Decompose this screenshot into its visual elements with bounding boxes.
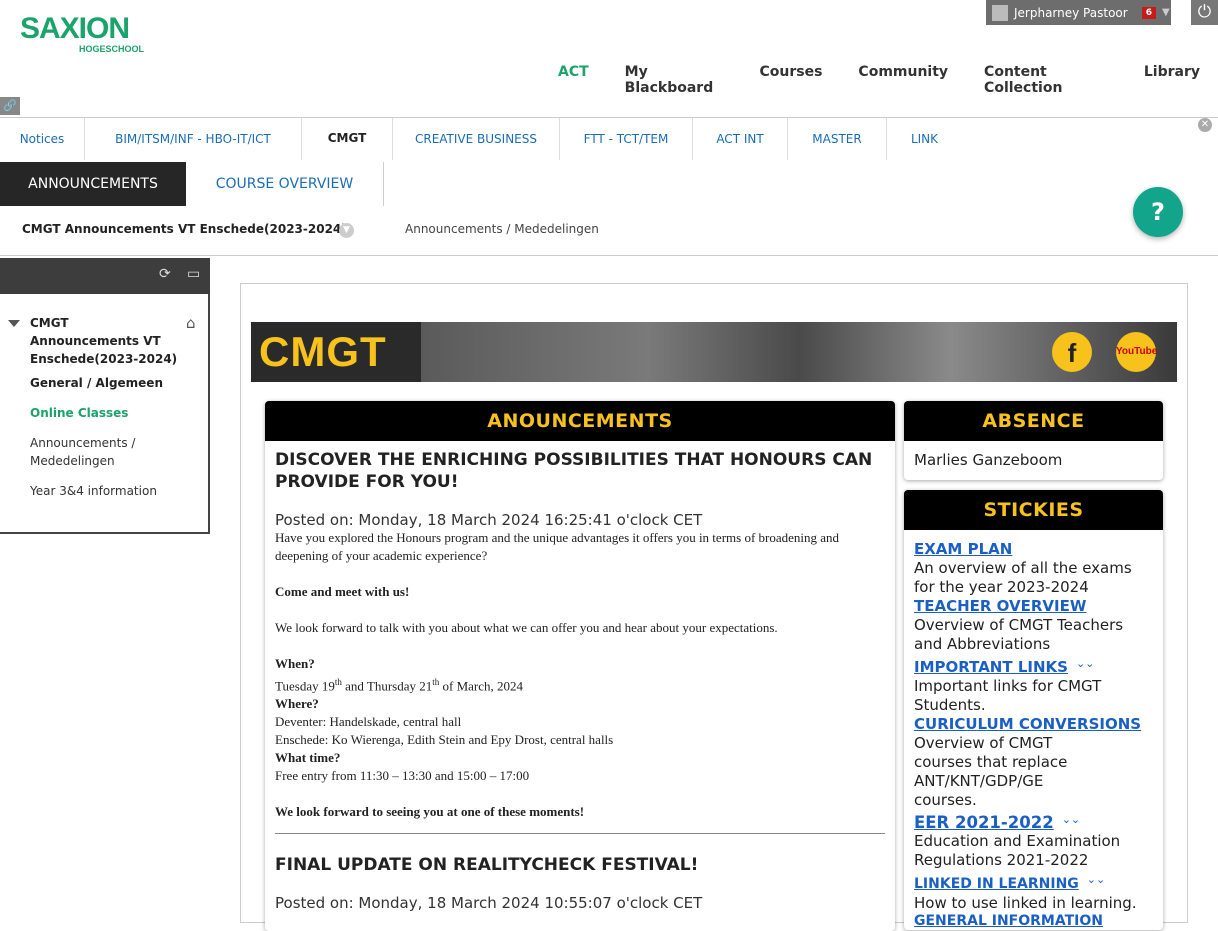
- chevron-down-icon[interactable]: ▼: [1162, 7, 1170, 18]
- stickies-header: STICKIES: [904, 490, 1163, 530]
- subnav-master[interactable]: MASTER: [788, 118, 887, 160]
- course-tabs: ANNOUNCEMENTS COURSE OVERVIEW: [0, 162, 1218, 206]
- topnav-content-collection[interactable]: Content Collection: [984, 64, 1108, 96]
- subnav-cmgt[interactable]: CMGT: [302, 118, 393, 160]
- sidebar-item-announcements[interactable]: Announcements / Mededelingen: [30, 434, 200, 470]
- post-title: DISCOVER THE ENRICHING POSSIBILITIES THA…: [275, 450, 873, 492]
- sticky-exam-plan-link[interactable]: EXAM PLAN: [914, 540, 1153, 559]
- sticky-eer-link[interactable]: EER 2021-2022: [914, 813, 1054, 832]
- sticky-desc: Overview of CMGT courses that replace AN…: [914, 734, 1068, 809]
- breadcrumb-course[interactable]: CMGT Announcements VT Enschede(2023-2024…: [22, 222, 347, 236]
- chevron-down-icon[interactable]: ▼: [339, 223, 354, 238]
- cmgt-banner: CMGT f YouTube: [251, 322, 1177, 382]
- saxion-logo[interactable]: SAXION HOGESCHOOL: [20, 8, 155, 58]
- post-forward: We look forward to talk with you about w…: [275, 620, 778, 635]
- absence-panel: ABSENCE Marlies Ganzeboom: [904, 401, 1163, 480]
- logo-sub: HOGESCHOOL: [79, 44, 145, 54]
- stickies-panel: STICKIES EXAM PLAN An overview of all th…: [904, 490, 1163, 930]
- course-menu-title[interactable]: CMGT Announcements VT Enschede(2023-2024…: [30, 314, 180, 368]
- post-intro: Have you explored the Honours program an…: [275, 530, 840, 563]
- announcements-header: ANOUNCEMENTS: [265, 401, 895, 441]
- divider: [275, 833, 885, 835]
- banner-title: CMGT: [259, 328, 387, 375]
- logo-main: SAXION: [20, 12, 130, 45]
- topnav-my-blackboard[interactable]: My Blackboard: [625, 64, 724, 96]
- sticky-general-info-link[interactable]: GENERAL INFORMATION YEAR 3&4: [914, 913, 1114, 930]
- subnav-creative-business[interactable]: CREATIVE BUSINESS: [393, 118, 560, 160]
- sticky-desc: Important links for CMGT Students.: [914, 677, 1102, 714]
- subnav-act-int[interactable]: ACT INT: [693, 118, 788, 160]
- sticky-desc: An overview of all the exams for the yea…: [914, 559, 1132, 596]
- double-chevron-down-icon[interactable]: ⌄⌄: [1076, 657, 1094, 670]
- sub-navigation: Notices BIM/ITSM/INF - HBO-IT/ICT CMGT C…: [0, 117, 1218, 160]
- sticky-desc: Overview of CMGT Teachers and Abbreviati…: [914, 616, 1124, 653]
- topnav-library[interactable]: Library: [1144, 64, 1200, 84]
- user-menu[interactable]: Jerpharney Pastoor 6 ▼: [986, 0, 1171, 25]
- where-label: Where?: [275, 696, 319, 712]
- sticky-desc: How to use linked in learning.: [914, 894, 1137, 912]
- post2-title: FINAL UPDATE ON REALITYCHECK FESTIVAL!: [275, 855, 699, 876]
- when-label: When?: [275, 656, 315, 671]
- notification-badge[interactable]: 6: [1141, 6, 1156, 19]
- time-text: Free entry from 11:30 – 13:30 and 15:00 …: [275, 768, 530, 784]
- when-text: Tuesday 19th and Thursday 21th of March,…: [275, 677, 524, 694]
- subnav-notices[interactable]: Notices: [0, 118, 85, 160]
- collapse-triangle-icon[interactable]: [8, 320, 20, 327]
- avatar: [992, 4, 1008, 21]
- help-icon[interactable]: ?: [1133, 187, 1183, 237]
- post-date: Posted on: Monday, 18 March 2024 16:25:4…: [275, 511, 703, 529]
- subnav-link[interactable]: LINK: [887, 118, 962, 160]
- tab-course-overview[interactable]: COURSE OVERVIEW: [186, 162, 384, 206]
- user-name: Jerpharney Pastoor: [1014, 5, 1128, 20]
- double-chevron-down-icon[interactable]: ⌄⌄: [1062, 813, 1080, 826]
- where-enschede: Enschede: Ko Wierenga, Edith Stein and E…: [275, 732, 614, 748]
- sticky-desc: Education and Examination Regulations 20…: [914, 832, 1121, 869]
- where-deventer: Deventer: Handelskade, central hall: [275, 714, 462, 730]
- topnav-courses[interactable]: Courses: [759, 64, 822, 84]
- sticky-teacher-overview-link[interactable]: TEACHER OVERVIEW: [914, 597, 1153, 616]
- subnav-ftt[interactable]: FTT - TCT/TEM: [560, 118, 693, 160]
- topnav-community[interactable]: Community: [858, 64, 948, 84]
- folder-icon[interactable]: ▭: [187, 266, 200, 282]
- post-closing: We look forward to seeing you at one of …: [275, 804, 585, 820]
- double-chevron-down-icon[interactable]: ⌄⌄: [1087, 873, 1105, 886]
- youtube-icon[interactable]: YouTube: [1116, 332, 1157, 372]
- sticky-linkedin-link[interactable]: LINKED IN LEARNING: [914, 876, 1079, 892]
- breadcrumb: CMGT Announcements VT Enschede(2023-2024…: [0, 206, 1218, 256]
- sidebar-item-year34[interactable]: Year 3&4 information: [30, 482, 200, 500]
- breadcrumb-page: Announcements / Mededelingen: [405, 222, 599, 236]
- top-navigation: ACT My Blackboard Courses Community Cont…: [540, 64, 1218, 96]
- refresh-icon[interactable]: ⟳: [159, 266, 171, 282]
- time-label: What time?: [275, 750, 341, 766]
- sidebar-toolbar: ⟳ ▭: [0, 258, 210, 294]
- absence-header: ABSENCE: [904, 401, 1163, 441]
- topnav-act[interactable]: ACT: [558, 64, 589, 84]
- close-icon[interactable]: ✕: [1198, 118, 1212, 132]
- sidebar-item-online-classes[interactable]: Online Classes: [30, 404, 200, 422]
- sticky-curriculum-link[interactable]: CURICULUM CONVERSIONS: [914, 715, 1153, 734]
- course-menu: CMGT Announcements VT Enschede(2023-2024…: [0, 294, 210, 534]
- logout-power-icon[interactable]: ⏻: [1191, 0, 1218, 25]
- post2-date: Posted on: Monday, 18 March 2024 10:55:0…: [275, 894, 703, 913]
- subnav-bim[interactable]: BIM/ITSM/INF - HBO-IT/ICT: [85, 118, 302, 160]
- sidebar-item-general[interactable]: General / Algemeen: [30, 374, 200, 392]
- post-meet: Come and meet with us!: [275, 584, 410, 599]
- tab-announcements[interactable]: ANNOUNCEMENTS: [0, 162, 186, 206]
- home-icon[interactable]: ⌂: [186, 314, 196, 332]
- link-icon[interactable]: 🔗: [0, 97, 20, 115]
- absence-name: Marlies Ganzeboom: [914, 451, 1063, 469]
- sticky-important-links-link[interactable]: IMPORTANT LINKS: [914, 658, 1068, 676]
- announcements-panel: ANOUNCEMENTS DISCOVER THE ENRICHING POSS…: [265, 401, 895, 931]
- facebook-icon[interactable]: f: [1052, 332, 1092, 372]
